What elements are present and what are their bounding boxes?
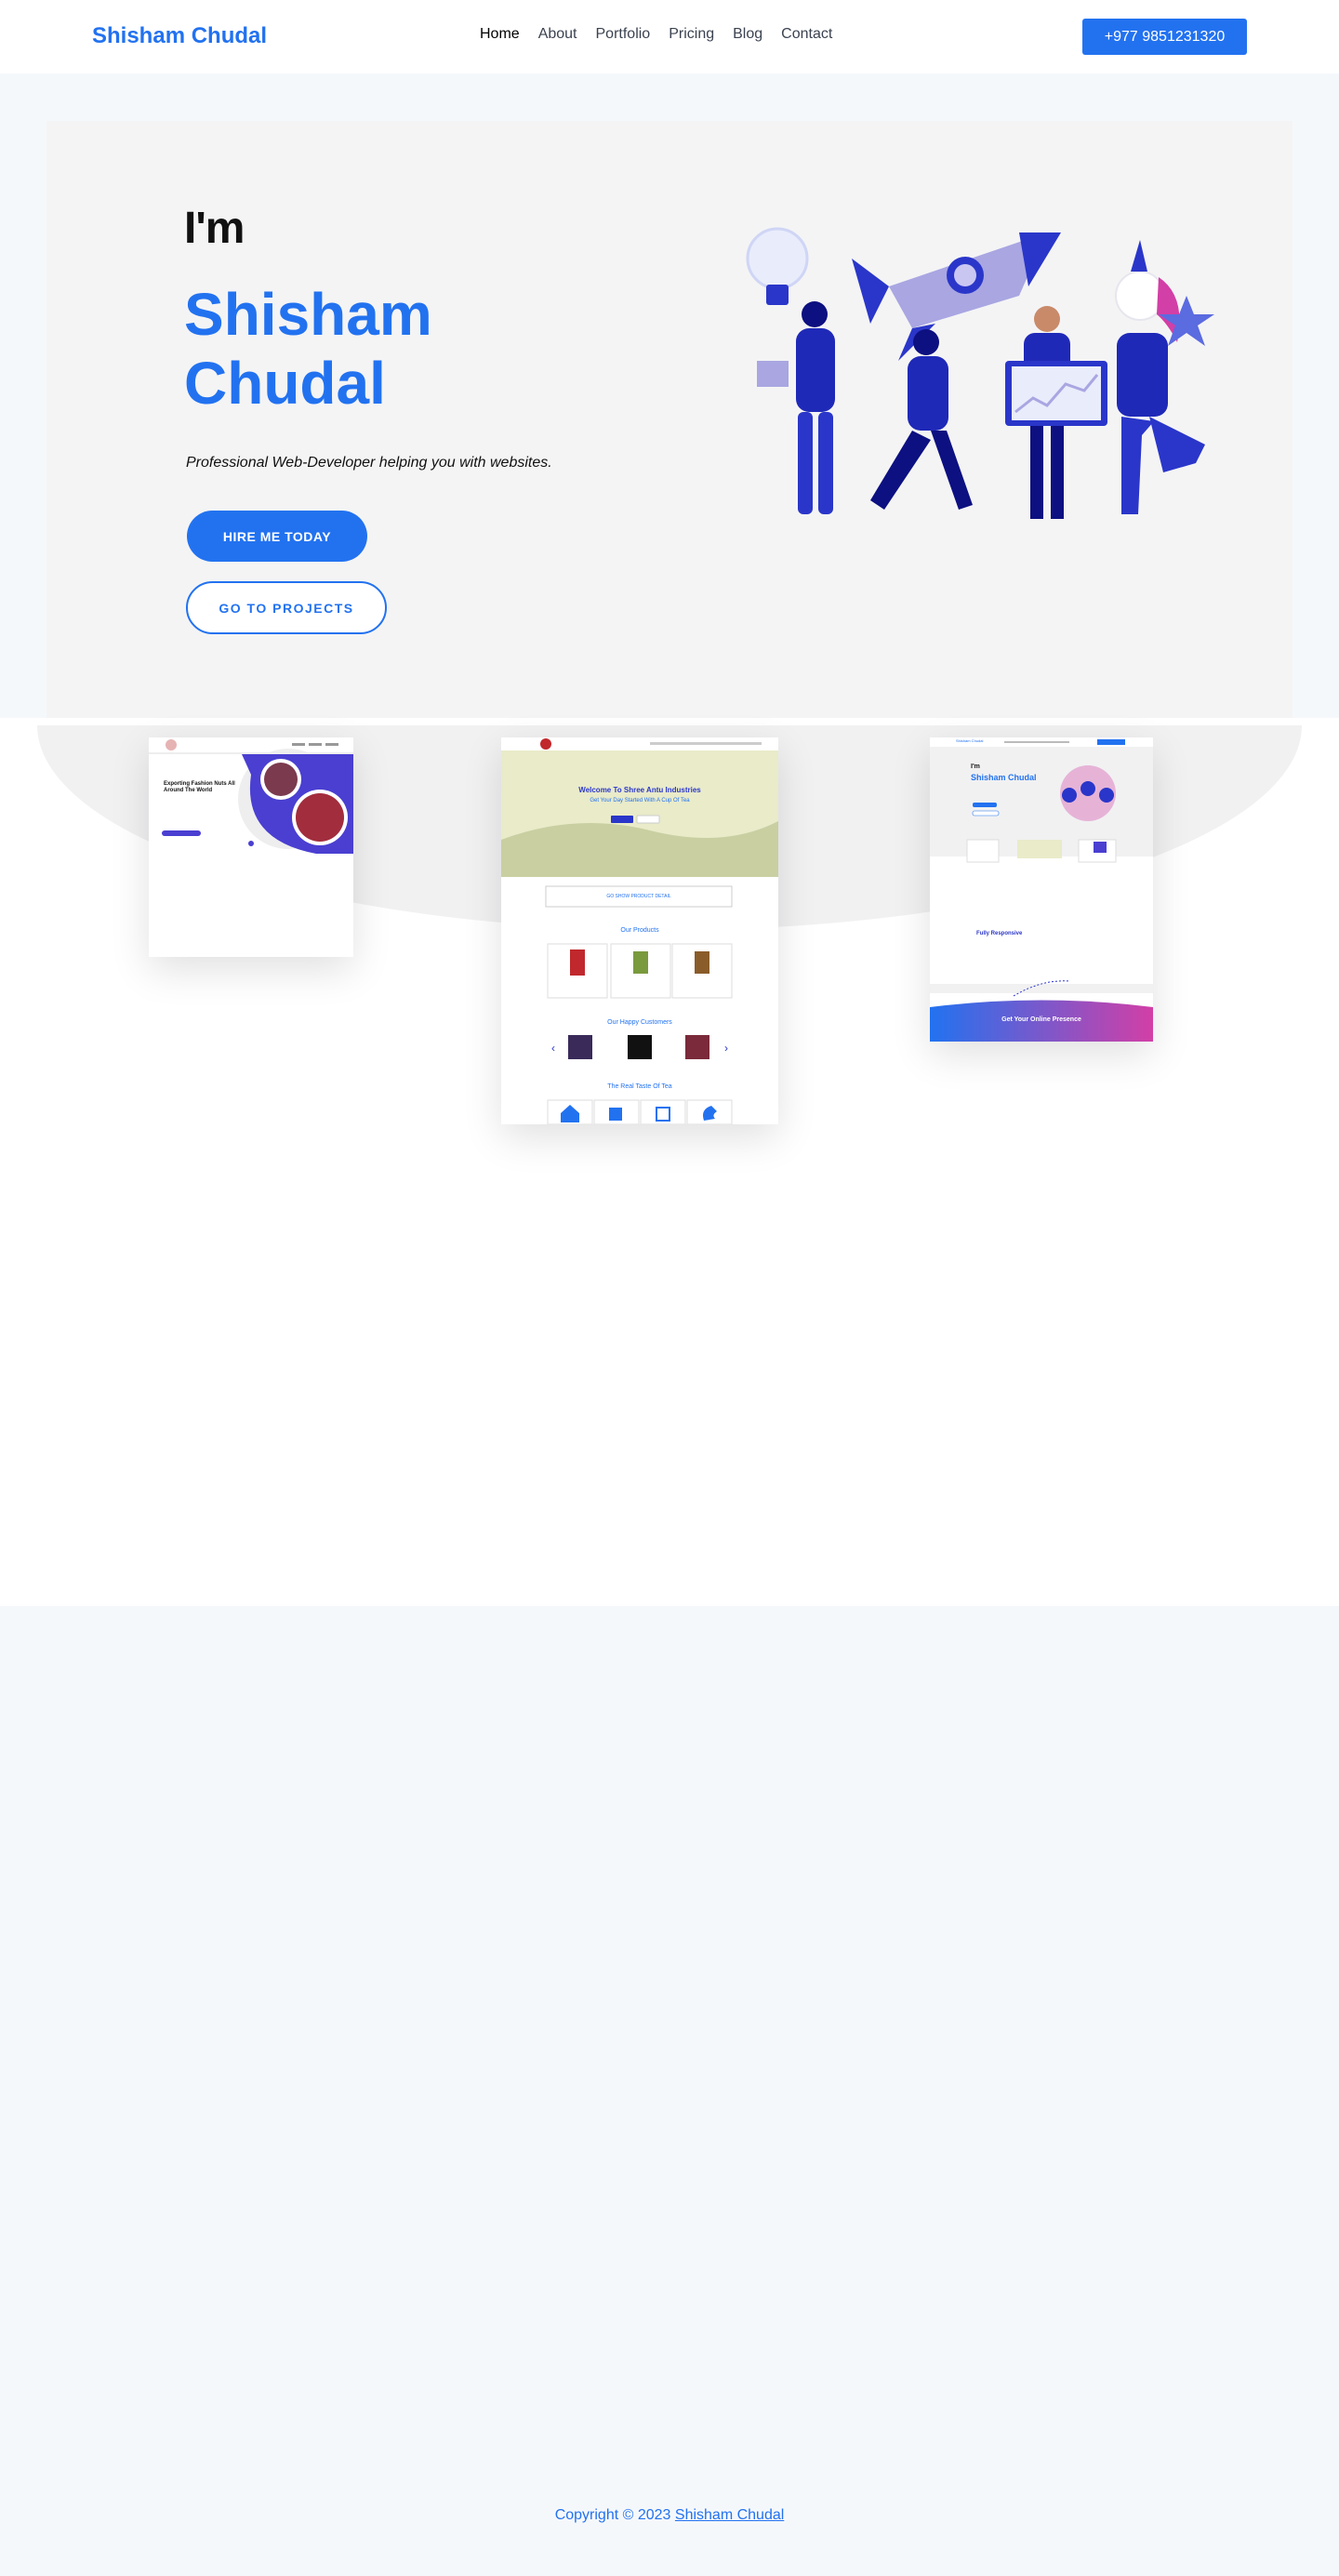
fashion-site-preview: [149, 737, 353, 854]
nav-blog[interactable]: Blog: [733, 26, 762, 43]
svg-text:‹: ‹: [551, 1042, 555, 1055]
tea-taste-title: The Real Taste Of Tea: [607, 1083, 672, 1090]
fashion-card-heading: Exporting Fashion Nuts All Around The Wo…: [164, 781, 235, 794]
nav-about[interactable]: About: [538, 26, 577, 43]
tea-customers-title: Our Happy Customers: [607, 1019, 672, 1026]
nav-contact[interactable]: Contact: [781, 26, 832, 43]
footer-author-link[interactable]: Shisham Chudal: [675, 2507, 784, 2523]
nav-pricing[interactable]: Pricing: [669, 26, 714, 43]
hero-tagline: Professional Web-Developer helping you w…: [186, 455, 552, 471]
hero-name-first: Shisham: [184, 281, 432, 348]
personal-card-banner: Get Your Online Presence: [1001, 1016, 1081, 1023]
portfolio-card-fashion[interactable]: Exporting Fashion Nuts All Around The Wo…: [149, 737, 353, 957]
site-footer: Copyright © 2023 Shisham Chudal: [0, 2507, 1339, 2524]
copyright-text: Copyright © 2023: [554, 2507, 675, 2523]
personal-card-im: I'm: [971, 764, 980, 770]
site-header: Shisham Chudal Home About Portfolio Pric…: [0, 0, 1339, 73]
unicorn-person-illustration: [1115, 240, 1214, 514]
tea-card-subheading: Get Your Day Started With A Cup Of Tea: [590, 798, 690, 803]
hero-intro: I'm: [184, 204, 245, 253]
phone-button[interactable]: +977 9851231320: [1082, 19, 1247, 55]
tea-card-heading: Welcome To Shree Antu Industries: [578, 786, 701, 794]
svg-text:›: ›: [724, 1042, 728, 1055]
person-with-laptop-illustration: [1005, 306, 1107, 519]
main-nav: Home About Portfolio Pricing Blog Contac…: [480, 26, 851, 43]
hero-name-last: Chudal: [184, 350, 386, 417]
personal-card-name: Shisham Chudal: [971, 773, 1037, 782]
personal-site-preview: [930, 737, 1153, 1042]
portfolio-card-personal[interactable]: Shisham Chudal I'm Shisham Chudal Fully …: [930, 737, 1153, 1042]
portfolio-card-tea[interactable]: ‹ › Welcome To Shree Antu Industries Get…: [501, 737, 778, 1124]
go-to-projects-button[interactable]: GO TO PROJECTS: [186, 581, 387, 634]
nav-portfolio[interactable]: Portfolio: [596, 26, 651, 43]
hire-me-button[interactable]: HIRE ME TODAY: [187, 511, 367, 562]
tea-card-cta: GO SHOW PRODUCT DETAIL: [606, 894, 671, 899]
personal-card-brand: Shisham Chudal: [956, 738, 984, 743]
person-illustration: [757, 301, 835, 514]
hero-illustration: [746, 227, 1214, 519]
tea-products-title: Our Products: [620, 927, 659, 934]
personal-card-feature: Fully Responsive: [976, 931, 1023, 936]
site-logo[interactable]: Shisham Chudal: [92, 23, 267, 49]
person-illustration: [870, 329, 973, 510]
nav-home[interactable]: Home: [480, 26, 520, 43]
lightbulb-icon: [746, 227, 809, 305]
